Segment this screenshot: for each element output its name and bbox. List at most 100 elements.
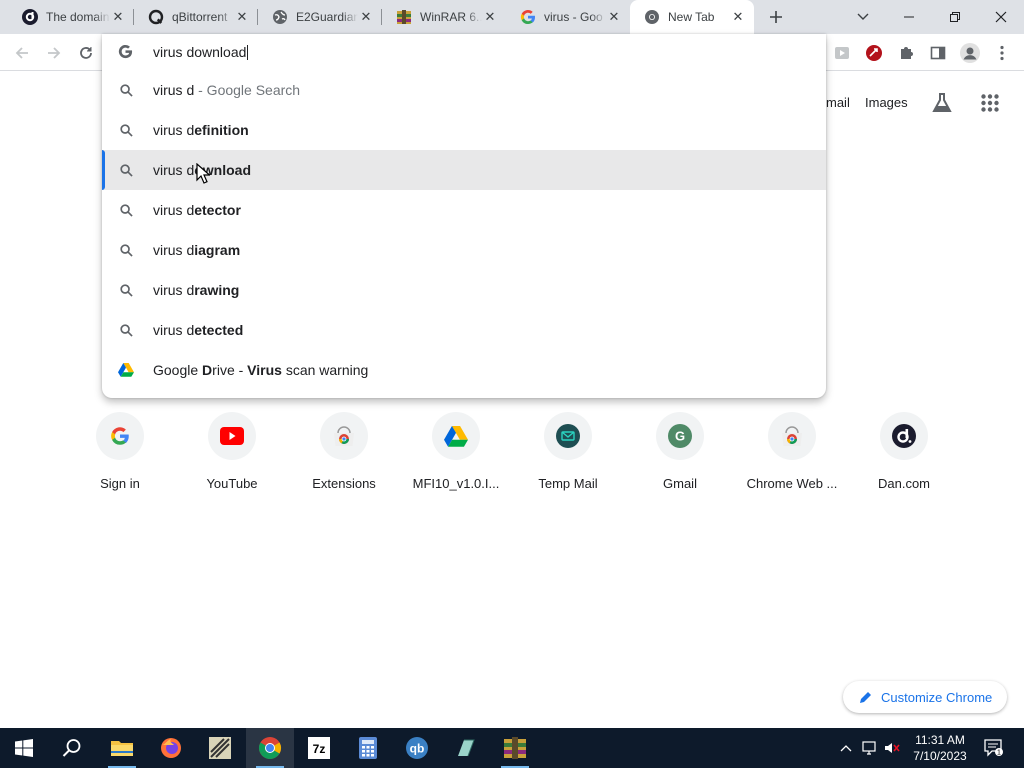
search-icon bbox=[62, 739, 81, 757]
red-circle-extension-icon bbox=[866, 45, 882, 61]
restore-button[interactable] bbox=[932, 0, 978, 34]
minimize-icon bbox=[904, 16, 914, 18]
shortcut-sign-in[interactable]: Sign in bbox=[64, 410, 176, 502]
suggestion-item[interactable]: virus d - Google Search bbox=[102, 70, 826, 110]
volume-button[interactable] bbox=[884, 740, 900, 756]
images-link[interactable]: Images bbox=[865, 95, 908, 110]
calculator-button[interactable] bbox=[344, 728, 392, 768]
suggestion-suffix: - Google Search bbox=[194, 82, 301, 98]
suggestion-item[interactable]: virus definition bbox=[102, 110, 826, 150]
suggestion-item[interactable]: virus detector bbox=[102, 190, 826, 230]
reload-button[interactable] bbox=[73, 40, 99, 66]
chrome-web-store-icon bbox=[768, 412, 816, 460]
suggestion-text: virus d - Google Search bbox=[153, 82, 300, 98]
drive-text-bold: Virus bbox=[247, 362, 282, 378]
tab-qbittorrent[interactable]: qBittorrent ✕ bbox=[134, 0, 258, 34]
suggestion-item[interactable]: virus diagram bbox=[102, 230, 826, 270]
shortcut-extensions[interactable]: Extensions bbox=[288, 410, 400, 502]
suggestion-prefix: virus d bbox=[153, 242, 195, 258]
svg-text:7z: 7z bbox=[313, 742, 326, 756]
winrar-icon bbox=[396, 9, 412, 25]
forward-button[interactable] bbox=[41, 40, 67, 66]
striped-app-icon bbox=[209, 737, 231, 759]
search-button[interactable] bbox=[48, 728, 96, 768]
file-explorer-button[interactable] bbox=[98, 728, 146, 768]
profile-button[interactable] bbox=[957, 40, 983, 66]
mouse-cursor-icon bbox=[196, 162, 212, 189]
shortcut-dan-com[interactable]: Dan.com bbox=[848, 410, 960, 502]
close-icon[interactable]: ✕ bbox=[234, 9, 250, 25]
omnibox-dropdown: virus download virus d - Google Search v… bbox=[102, 34, 826, 398]
app-button-green[interactable] bbox=[442, 728, 490, 768]
tab-title: qBittorrent bbox=[172, 10, 228, 24]
show-hidden-icons-button[interactable] bbox=[838, 740, 854, 756]
shortcut-mfi10[interactable]: MFI10_v1.0.I... bbox=[400, 410, 512, 502]
winrar-button[interactable] bbox=[491, 728, 539, 768]
green-app-icon bbox=[458, 739, 475, 757]
suggestion-text: virus detected bbox=[153, 322, 243, 338]
customize-label: Customize Chrome bbox=[881, 689, 993, 705]
notification-icon: 1 bbox=[984, 739, 1003, 757]
close-icon[interactable]: ✕ bbox=[110, 9, 126, 25]
7zip-icon: 7z bbox=[308, 737, 330, 759]
shortcut-youtube[interactable]: YouTube bbox=[176, 410, 288, 502]
app-button[interactable] bbox=[196, 728, 244, 768]
kebab-menu-icon bbox=[1000, 45, 1004, 61]
tab-the-domain[interactable]: The domain ✕ bbox=[8, 0, 134, 34]
tab-virus-google[interactable]: virus - Goo ✕ bbox=[506, 0, 630, 34]
shortcut-label: MFI10_v1.0.I... bbox=[412, 476, 500, 491]
minimize-button[interactable] bbox=[886, 0, 932, 34]
network-button[interactable] bbox=[862, 740, 878, 756]
suggestion-text: Google Drive - Virus scan warning bbox=[153, 362, 368, 378]
suggestion-text: virus diagram bbox=[153, 242, 240, 258]
shortcut-gmail[interactable]: G Gmail bbox=[624, 410, 736, 502]
address-input[interactable]: virus download bbox=[153, 44, 249, 60]
qbittorrent-icon: qb bbox=[406, 737, 428, 759]
close-icon[interactable]: ✕ bbox=[358, 9, 374, 25]
address-input-value: virus download bbox=[153, 44, 247, 60]
suggestion-item-selected[interactable]: virus download bbox=[102, 150, 826, 190]
start-button[interactable] bbox=[0, 728, 48, 768]
extensions-button[interactable] bbox=[893, 40, 919, 66]
customize-chrome-button[interactable]: Customize Chrome bbox=[843, 681, 1007, 713]
reload-icon bbox=[80, 47, 92, 59]
suggestion-item-drive[interactable]: Google Drive - Virus scan warning bbox=[102, 350, 826, 390]
suggestion-item[interactable]: virus detected bbox=[102, 310, 826, 350]
action-center-button[interactable]: 1 bbox=[984, 739, 1004, 757]
firefox-icon bbox=[161, 738, 181, 758]
side-panel-button[interactable] bbox=[925, 40, 951, 66]
suggestion-text: virus detector bbox=[153, 202, 241, 218]
close-icon[interactable]: ✕ bbox=[606, 9, 622, 25]
new-tab-button[interactable] bbox=[764, 5, 788, 29]
labs-button[interactable] bbox=[928, 89, 956, 117]
suggestion-text: virus drawing bbox=[153, 282, 239, 298]
google-g-icon bbox=[118, 44, 133, 64]
suggestion-completion: etected bbox=[194, 322, 244, 338]
google-apps-button[interactable] bbox=[976, 89, 1004, 117]
shortcut-chrome-web-store[interactable]: Chrome Web ... bbox=[736, 410, 848, 502]
video-extension-button[interactable] bbox=[829, 40, 855, 66]
tab-new-tab[interactable]: New Tab ✕ bbox=[630, 0, 754, 34]
tab-winrar[interactable]: WinRAR 6... ✕ bbox=[382, 0, 506, 34]
extension-red-button[interactable] bbox=[861, 40, 887, 66]
menu-button[interactable] bbox=[989, 40, 1015, 66]
suggestion-item[interactable]: virus drawing bbox=[102, 270, 826, 310]
7zip-button[interactable]: 7z bbox=[295, 728, 343, 768]
shortcut-temp-mail[interactable]: Temp Mail bbox=[512, 410, 624, 502]
close-icon[interactable]: ✕ bbox=[730, 9, 746, 25]
close-icon[interactable]: ✕ bbox=[482, 9, 498, 25]
google-drive-icon bbox=[118, 362, 134, 378]
firefox-button[interactable] bbox=[147, 728, 195, 768]
tab-search-button[interactable] bbox=[840, 0, 886, 34]
tab-e2guardian[interactable]: E2Guardian ✕ bbox=[258, 0, 382, 34]
apps-grid-icon bbox=[981, 94, 999, 112]
address-bar[interactable]: virus download bbox=[102, 34, 826, 70]
puzzle-icon bbox=[901, 47, 913, 59]
letter-g-avatar-icon: G bbox=[656, 412, 704, 460]
back-button[interactable] bbox=[9, 40, 35, 66]
gmail-link[interactable]: mail bbox=[826, 95, 850, 110]
qbittorrent-button[interactable]: qb bbox=[393, 728, 441, 768]
chrome-button[interactable] bbox=[246, 728, 294, 768]
close-window-button[interactable] bbox=[978, 0, 1024, 34]
system-clock[interactable]: 11:31 AM 7/10/2023 bbox=[900, 732, 980, 764]
